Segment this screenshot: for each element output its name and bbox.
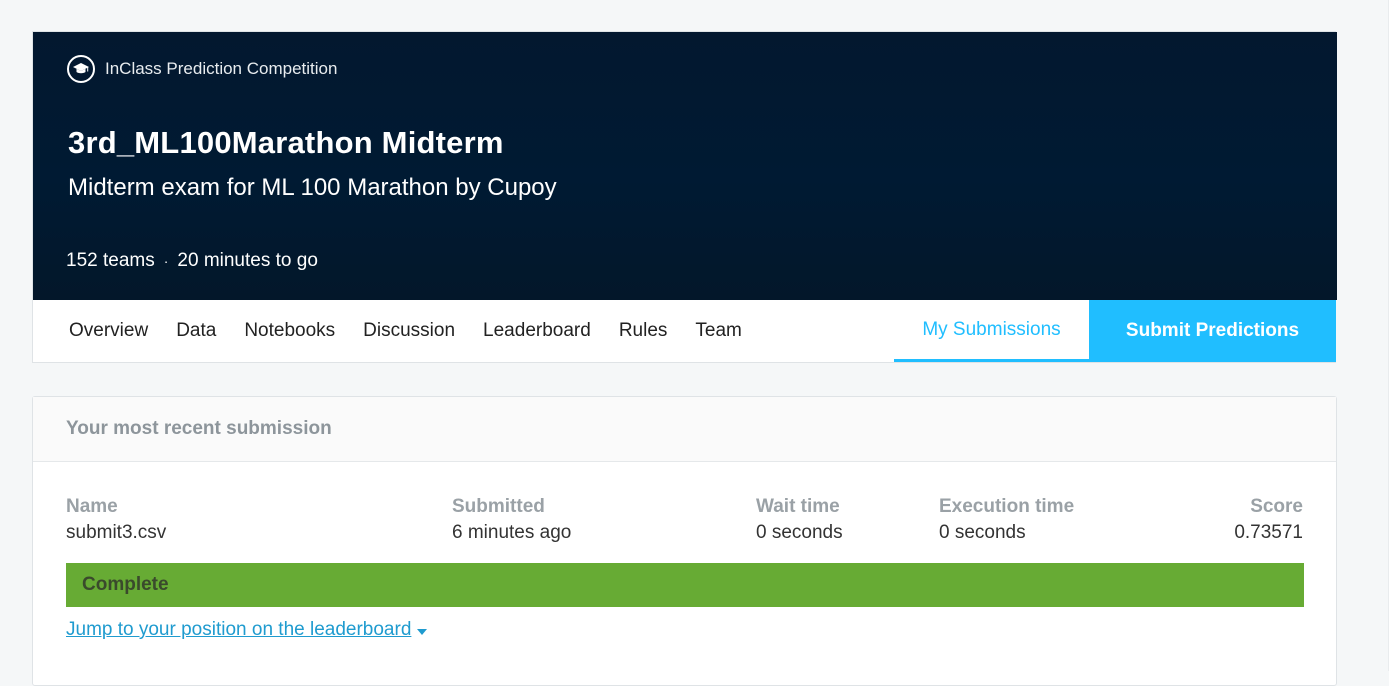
competition-tab-bar: Overview Data Notebooks Discussion Leade…	[33, 300, 1336, 362]
jump-link-label: Jump to your position on the leaderboard	[66, 619, 412, 640]
submission-score-column: Score 0.73571	[1234, 495, 1303, 547]
score-label: Score	[1250, 496, 1303, 517]
tab-overview[interactable]: Overview	[69, 320, 148, 342]
submitted-label: Submitted	[452, 496, 545, 517]
competition-title: 3rd_ML100Marathon Midterm	[68, 125, 504, 160]
submit-predictions-button[interactable]: Submit Predictions	[1089, 300, 1336, 362]
submission-status-bar: Complete	[66, 563, 1304, 607]
jump-to-leaderboard-link[interactable]: Jump to your position on the leaderboard	[66, 619, 428, 641]
caret-down-icon	[417, 628, 428, 635]
tab-notebooks[interactable]: Notebooks	[244, 320, 335, 342]
tab-team[interactable]: Team	[695, 320, 741, 342]
tab-data[interactable]: Data	[176, 320, 216, 342]
name-value: submit3.csv	[66, 522, 167, 543]
competition-meta: 152 teams · 20 minutes to go	[66, 250, 318, 272]
recent-submission-title: Your most recent submission	[66, 418, 332, 439]
submission-wait-column: Wait time 0 seconds	[756, 495, 843, 547]
wait-time-value: 0 seconds	[756, 522, 843, 543]
competition-header-card: InClass Prediction Competition 3rd_ML100…	[32, 31, 1337, 363]
status-label: Complete	[82, 574, 169, 595]
wait-time-label: Wait time	[756, 496, 840, 517]
execution-time-value: 0 seconds	[939, 522, 1026, 543]
time-remaining: 20 minutes to go	[177, 250, 318, 271]
submission-execution-column: Execution time 0 seconds	[939, 495, 1074, 547]
submitted-value: 6 minutes ago	[452, 522, 572, 543]
recent-submission-card: Your most recent submission Name submit3…	[32, 396, 1337, 686]
execution-time-label: Execution time	[939, 496, 1075, 517]
name-label: Name	[66, 496, 118, 517]
tab-rules[interactable]: Rules	[619, 320, 668, 342]
competition-type-label: InClass Prediction Competition	[105, 59, 338, 78]
competition-type: InClass Prediction Competition	[67, 53, 337, 85]
meta-separator: ·	[163, 253, 169, 269]
submission-name-column: Name submit3.csv	[66, 495, 166, 547]
tab-my-submissions[interactable]: My Submissions	[894, 300, 1089, 362]
recent-submission-header: Your most recent submission	[33, 397, 1336, 462]
graduation-cap-icon	[67, 55, 95, 83]
tab-discussion[interactable]: Discussion	[363, 320, 455, 342]
tab-leaderboard[interactable]: Leaderboard	[483, 320, 591, 342]
competition-hero: InClass Prediction Competition 3rd_ML100…	[33, 32, 1337, 300]
score-value: 0.73571	[1234, 522, 1303, 543]
tab-list: Overview Data Notebooks Discussion Leade…	[69, 300, 770, 362]
submission-submitted-column: Submitted 6 minutes ago	[452, 495, 571, 547]
competition-subtitle: Midterm exam for ML 100 Marathon by Cupo…	[68, 174, 557, 201]
team-count: 152 teams	[66, 250, 155, 271]
